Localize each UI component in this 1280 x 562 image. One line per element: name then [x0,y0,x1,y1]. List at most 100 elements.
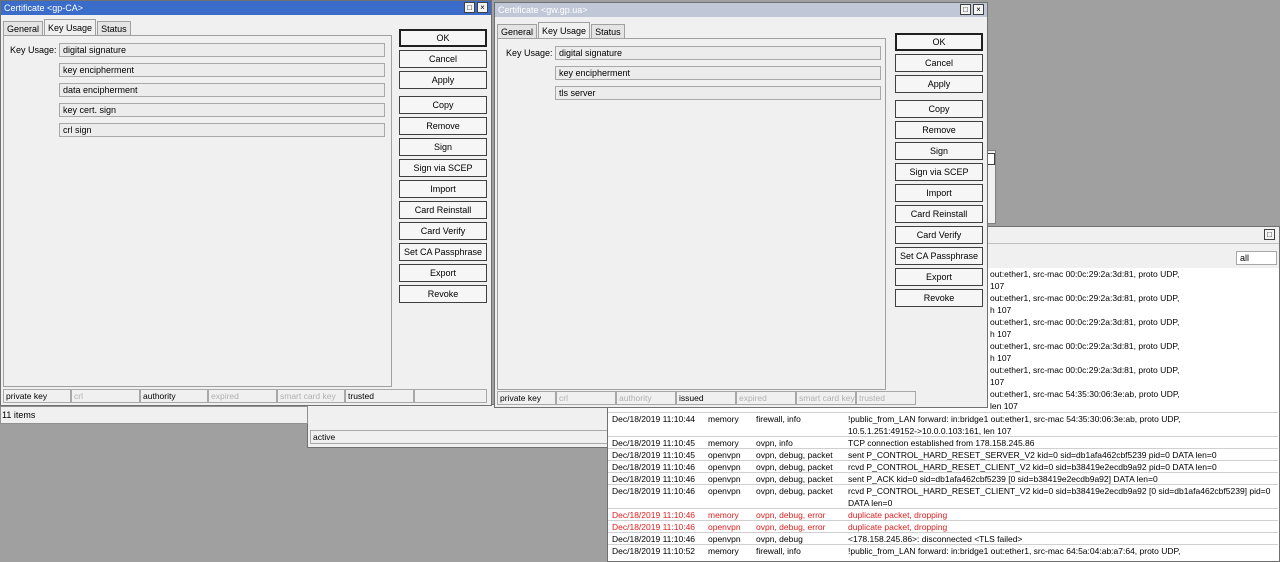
export-button[interactable]: Export [895,268,983,286]
key-usage-field[interactable]: digital signature [555,46,881,60]
log-topics: firewall, info [756,546,801,556]
log-row-divider [608,544,1278,545]
tab-status[interactable]: Status [97,21,131,36]
win2-statusbar: private key crl authority issued expired… [497,391,916,405]
revoke-button[interactable]: Revoke [399,285,487,303]
close-icon[interactable]: × [477,2,488,13]
status-smart-card-key: smart card key [796,391,856,405]
log-row-divider [608,508,1278,509]
maximize-icon[interactable]: □ [464,2,475,13]
log-fragment: len 107 [990,401,1018,411]
remove-button[interactable]: Remove [399,117,487,135]
key-usage-field[interactable]: digital signature [59,43,385,57]
status-trusted: trusted [345,389,414,403]
background-items-strip: 11 items [0,406,308,424]
maximize-icon[interactable]: □ [960,4,971,15]
log-fragment: out:ether1, src-mac 00:0c:29:2a:3d:81, p… [990,341,1180,351]
log-row[interactable]: Dec/18/2019 11:10:44 memory firewall, info… [612,413,1276,425]
log-row-divider [608,448,1278,449]
log-row[interactable]: Dec/18/2019 11:10:46 openvpn ovpn, debug, … [612,485,1276,497]
apply-button[interactable]: Apply [399,71,487,89]
log-message: rcvd P_CONTROL_HARD_RESET_CLIENT_V2 kid=… [848,486,1271,496]
close-icon[interactable]: × [973,4,984,15]
items-count: 11 items [2,410,36,420]
log-time: Dec/18/2019 11:10:52 [612,546,696,556]
win1-statusbar: private key crl authority expired smart … [3,389,487,403]
background-window-lower: active [307,404,612,448]
remove-button[interactable]: Remove [895,121,983,139]
sign-via-scep-button[interactable]: Sign via SCEP [399,159,487,177]
apply-button[interactable]: Apply [895,75,983,93]
status-empty [414,389,487,403]
export-button[interactable]: Export [399,264,487,282]
log-message: !public_from_LAN forward: in:bridge1 out… [848,414,1181,424]
status-expired: expired [736,391,796,405]
status-authority: authority [140,389,208,403]
sign-button[interactable]: Sign [895,142,983,160]
log-time: Dec/18/2019 11:10:46 [612,486,696,496]
key-usage-label: Key Usage: [10,45,57,55]
log-fragment: out:ether1, src-mac 00:0c:29:2a:3d:81, p… [990,365,1180,375]
log-message: !public_from_LAN forward: in:bridge1 out… [848,546,1181,556]
log-row-divider [608,412,1278,413]
maximize-icon[interactable]: □ [1264,229,1275,240]
status-trusted: trusted [856,391,916,405]
win1-panel: Key Usage: digital signature key enciphe… [3,35,392,387]
tab-key-usage[interactable]: Key Usage [44,19,97,36]
copy-button[interactable]: Copy [895,100,983,118]
win2-panel: Key Usage: digital signature key enciphe… [497,38,886,390]
card-verify-button[interactable]: Card Verify [399,222,487,240]
tab-status[interactable]: Status [591,24,625,39]
log-buffer: memory [708,414,739,424]
log-row-divider [608,460,1278,461]
import-button[interactable]: Import [399,180,487,198]
log-row-divider [608,436,1278,437]
tab-key-usage[interactable]: Key Usage [538,22,591,39]
win2-titlebar[interactable]: Certificate <gw.gp.ua> □ × [495,3,987,17]
status-issued: issued [676,391,736,405]
import-button[interactable]: Import [895,184,983,202]
status-crl: crl [71,389,140,403]
key-usage-field[interactable]: data encipherment [59,83,385,97]
copy-button[interactable]: Copy [399,96,487,114]
key-usage-field[interactable]: tls server [555,86,881,100]
status-private-key: private key [497,391,556,405]
key-usage-field[interactable]: crl sign [59,123,385,137]
certificate-window-gw-gp-ua: Certificate <gw.gp.ua> □ × General Key U… [494,2,988,408]
cancel-button[interactable]: Cancel [399,50,487,68]
win2-title: Certificate <gw.gp.ua> [498,5,588,15]
status-expired: expired [208,389,277,403]
status-crl: crl [556,391,616,405]
ok-button[interactable]: OK [399,29,487,47]
log-fragment: h 107 [990,305,1012,315]
revoke-button[interactable]: Revoke [895,289,983,307]
ok-button[interactable]: OK [895,33,983,51]
key-usage-field[interactable]: key encipherment [59,63,385,77]
log-filter-select[interactable]: all [1236,251,1277,265]
log-fragment: h 107 [990,329,1012,339]
status-private-key: private key [3,389,71,403]
log-row-divider [608,484,1278,485]
cancel-button[interactable]: Cancel [895,54,983,72]
win1-tabs: General Key Usage Status [3,19,132,36]
win1-titlebar[interactable]: Certificate <gp-CA> □ × [1,1,491,15]
set-ca-passphrase-button[interactable]: Set CA Passphrase [895,247,983,265]
card-reinstall-button[interactable]: Card Reinstall [399,201,487,219]
card-reinstall-button[interactable]: Card Reinstall [895,205,983,223]
log-row[interactable]: Dec/18/2019 11:10:52 memory firewall, info… [612,545,1276,557]
log-fragment: out:ether1, src-mac 00:0c:29:2a:3d:81, p… [990,269,1180,279]
set-ca-passphrase-button[interactable]: Set CA Passphrase [399,243,487,261]
log-topics: firewall, info [756,414,801,424]
log-row-divider [608,520,1278,521]
key-usage-field[interactable]: key cert. sign [59,103,385,117]
sign-via-scep-button[interactable]: Sign via SCEP [895,163,983,181]
tab-general[interactable]: General [3,21,44,36]
card-verify-button[interactable]: Card Verify [895,226,983,244]
sign-button[interactable]: Sign [399,138,487,156]
status-authority: authority [616,391,676,405]
tab-general[interactable]: General [497,24,538,39]
background-active-status: active [310,430,608,444]
key-usage-field[interactable]: key encipherment [555,66,881,80]
log-buffer: openvpn [708,486,741,496]
log-buffer: memory [708,546,739,556]
